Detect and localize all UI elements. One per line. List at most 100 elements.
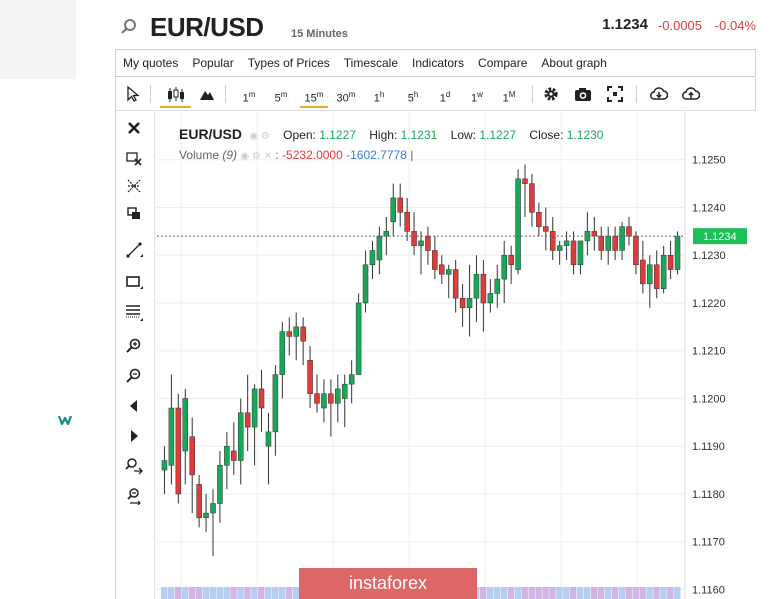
- volume-bar: [618, 587, 626, 599]
- y-tick-label: 1.1230: [692, 250, 726, 262]
- candle-up: [674, 235, 681, 270]
- volume-bar: [660, 587, 667, 599]
- legend-close-label: Close:: [529, 128, 564, 142]
- candle-down: [397, 197, 403, 213]
- volume-param: (9): [222, 148, 238, 162]
- candle-down: [522, 178, 528, 184]
- zoom-reset-icon[interactable]: [125, 487, 143, 506]
- candle-down: [612, 235, 618, 251]
- volume-bar: [202, 587, 210, 599]
- volume-bar: [209, 587, 216, 599]
- search-icon[interactable]: [120, 18, 138, 36]
- camera-icon[interactable]: [574, 85, 592, 103]
- volume-bar: [549, 587, 556, 599]
- upload-icon[interactable]: [682, 85, 701, 103]
- candle-down: [598, 235, 605, 251]
- menu-compare[interactable]: Compare: [471, 56, 534, 70]
- candle-up: [390, 197, 397, 223]
- legend-symbol: EUR/USD: [179, 126, 243, 142]
- fullscreen-icon[interactable]: [606, 85, 624, 103]
- menu-indicators[interactable]: Indicators: [405, 56, 471, 70]
- timeframe-unit: h: [379, 90, 385, 99]
- candle-up: [161, 460, 168, 471]
- candle-down: [439, 264, 445, 275]
- menu-types-of-prices[interactable]: Types of Prices: [241, 56, 337, 70]
- candle-down: [300, 326, 306, 342]
- menu-my-quotes[interactable]: My quotes: [116, 56, 185, 70]
- candle-up: [341, 383, 348, 399]
- timeframe-1m[interactable]: 1m: [236, 82, 262, 108]
- candle-down: [640, 259, 646, 285]
- close-icon[interactable]: [125, 119, 143, 137]
- timeframe-unit: m: [348, 90, 356, 99]
- volume-bar: [563, 587, 570, 599]
- legend-open-value: 1.1227: [319, 128, 356, 142]
- candle-down: [633, 235, 639, 266]
- scroll-left-icon[interactable]: [125, 397, 143, 415]
- candle-down: [653, 264, 660, 289]
- volume-bar: [611, 587, 619, 599]
- timeframe-5h[interactable]: 5h: [400, 82, 426, 108]
- scroll-right-icon[interactable]: [125, 427, 143, 445]
- volume-bar: [590, 587, 598, 599]
- zoom-in-left-icon[interactable]: [125, 457, 143, 475]
- fibonacci-icon[interactable]: [125, 303, 143, 321]
- clone-icon[interactable]: [125, 205, 143, 223]
- legend-visibility-icons[interactable]: ◉ ⚙: [249, 131, 269, 142]
- crosshair-icon[interactable]: [125, 177, 143, 195]
- candle-up: [335, 388, 341, 404]
- gear-icon[interactable]: [542, 85, 560, 103]
- candle-down: [411, 231, 417, 246]
- candle-down: [286, 331, 293, 337]
- volume-bar: [167, 587, 175, 599]
- timeframe-1M[interactable]: 1M: [496, 82, 522, 108]
- volume-bar: [639, 587, 646, 599]
- download-icon[interactable]: [650, 85, 669, 103]
- menu-about-graph[interactable]: About graph: [534, 56, 613, 70]
- chart-toolbar: 1m 5m 15m 30m 1h 5h 1d 1w 1M: [115, 78, 756, 111]
- timeframe-1w[interactable]: 1w: [464, 82, 490, 108]
- legend-low-label: Low:: [450, 128, 477, 142]
- cursor-icon[interactable]: [124, 85, 142, 103]
- volume-visibility-icons[interactable]: ◉ ⚙ ✕: [240, 151, 272, 162]
- candlestick-chart[interactable]: 1.1250 1.1240 1.1230 1.1220 1.1210 1.1200 1.11…: [154, 111, 756, 599]
- candle-up: [501, 254, 507, 280]
- zoom-out-icon[interactable]: [125, 367, 143, 385]
- volume-bar: [161, 587, 168, 599]
- menu-timescale[interactable]: Timescale: [337, 56, 405, 70]
- candle-up: [182, 398, 189, 452]
- chart-area[interactable]: 1.1250 1.1240 1.1230 1.1220 1.1210 1.1200 1.11…: [154, 111, 756, 599]
- timeframe-label: 15 Minutes: [291, 28, 348, 40]
- candlestick-chart-button[interactable]: [160, 82, 191, 108]
- volume-cursor: |: [410, 148, 414, 162]
- candle-down: [328, 393, 334, 404]
- candle-down: [549, 231, 556, 251]
- y-tick-label: 1.1190: [692, 441, 725, 453]
- candle-down: [543, 226, 549, 232]
- timeframe-unit: h: [413, 90, 419, 99]
- timeframe-15m[interactable]: 15m: [300, 82, 328, 108]
- symbol-title: EUR/USD: [150, 12, 264, 42]
- left-pane-background: [0, 0, 76, 79]
- volume-legend: Volume (9) ◉ ⚙ ✕ : -5232.0000 -1602.7778…: [179, 148, 413, 162]
- candle-down: [626, 226, 632, 237]
- toolbar-separator: [150, 85, 151, 103]
- volume-bar: [667, 587, 674, 599]
- mountain-icon[interactable]: [198, 85, 216, 103]
- candle-up: [660, 254, 667, 289]
- candle-up: [494, 278, 501, 294]
- timeframe-1d[interactable]: 1d: [432, 82, 458, 108]
- trendline-icon[interactable]: [125, 241, 143, 259]
- volume-bar: [174, 587, 182, 599]
- timeframe-30m[interactable]: 30m: [332, 82, 360, 108]
- rectangle-icon[interactable]: [125, 273, 143, 291]
- timeframe-1h[interactable]: 1h: [366, 82, 392, 108]
- candle-down: [196, 484, 202, 519]
- menu-popular[interactable]: Popular: [185, 56, 240, 70]
- zoom-in-icon[interactable]: [125, 337, 143, 355]
- candle-up: [224, 445, 230, 466]
- erase-icon[interactable]: [125, 149, 143, 167]
- candle-up: [605, 235, 611, 251]
- timeframe-5m[interactable]: 5m: [268, 82, 294, 108]
- price-change: -0.0005: [657, 18, 702, 33]
